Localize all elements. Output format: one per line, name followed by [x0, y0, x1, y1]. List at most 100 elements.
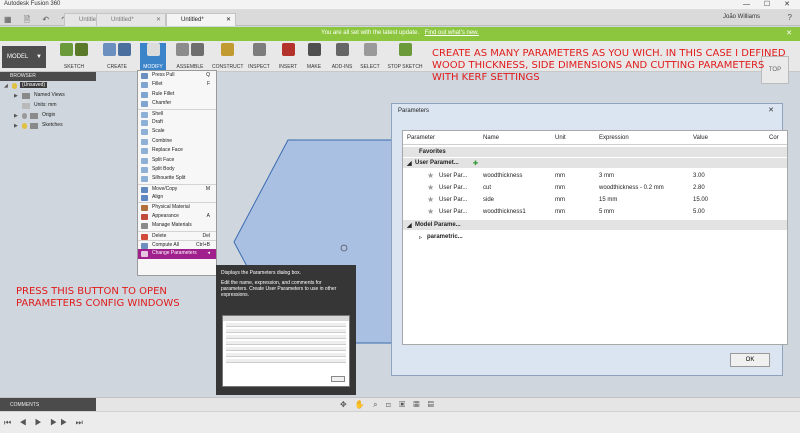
- make-group[interactable]: MAKE: [302, 43, 326, 71]
- inspect-group[interactable]: INSPECT: [244, 43, 274, 71]
- folder-icon: [30, 113, 38, 119]
- column-header-comment[interactable]: Cor: [769, 135, 779, 141]
- close-icon[interactable]: ✕: [764, 106, 778, 116]
- menu-item-move-copy[interactable]: Move/Copy M: [138, 183, 216, 193]
- parameters-dialog: Parameters ✕ Parameter Name Unit Express…: [391, 103, 788, 376]
- menu-item-shell[interactable]: Shell: [138, 108, 216, 118]
- chamfer-icon: [141, 101, 148, 108]
- group-user-parameters[interactable]: ◢ User Paramet... ✚: [403, 158, 787, 168]
- user-name[interactable]: João Williams: [723, 14, 760, 20]
- modify-group[interactable]: MODIFY: [140, 43, 166, 71]
- column-header-parameter[interactable]: Parameter: [407, 135, 435, 141]
- browser-item-sketches[interactable]: ▶ Sketches: [0, 121, 96, 131]
- parameter-row[interactable]: ★ User Par... side mm 15 mm 15.00: [403, 194, 787, 206]
- visibility-icon[interactable]: [22, 123, 27, 129]
- favorite-star-icon[interactable]: ★: [427, 172, 434, 180]
- navigation-bar[interactable]: ✥ ✋ ⌕ ⊡ ▣ ▦ ▤: [340, 400, 437, 410]
- menu-item-delete[interactable]: Delete Del: [138, 230, 216, 240]
- assemble-group[interactable]: ASSEMBLE: [168, 43, 212, 71]
- tooltip-dialog-preview: [222, 315, 350, 387]
- annotation-press-button: PRESS THIS BUTTON TO OPEN PARAMETERS CON…: [16, 286, 180, 309]
- silhouette-split-icon: [141, 176, 148, 183]
- sketch-group[interactable]: SKETCH: [54, 43, 94, 71]
- close-icon[interactable]: ✕: [786, 29, 792, 37]
- menu-item-compute-all[interactable]: Compute All Ctrl+B: [138, 240, 216, 250]
- menu-item-scale[interactable]: Scale: [138, 127, 216, 136]
- close-icon[interactable]: ✕: [226, 16, 231, 23]
- close-icon[interactable]: ✕: [156, 16, 161, 23]
- menu-item-appearance[interactable]: Appearance A: [138, 212, 216, 221]
- help-icon[interactable]: ?: [788, 13, 792, 22]
- stop-sketch-group[interactable]: STOP SKETCH: [386, 43, 424, 71]
- component-icon: [191, 43, 204, 56]
- column-header-value[interactable]: Value: [693, 135, 708, 141]
- annotation-create-parameters: CREATE AS MANY PARAMETERS AS YOU WICH. I…: [432, 48, 786, 83]
- add-parameter-icon[interactable]: ✚: [473, 160, 478, 167]
- expand-icon[interactable]: ▶: [14, 113, 18, 119]
- timeline-controls[interactable]: ⏮ ◀ ▶ ▶▶ ⏭: [4, 418, 86, 428]
- 3d-print-icon: [307, 43, 321, 56]
- select-label: SELECT: [360, 64, 380, 70]
- group-favorites[interactable]: Favorites: [403, 147, 787, 157]
- browser-item-root[interactable]: ◢ (Unsaved): [0, 81, 96, 91]
- workspace-switcher[interactable]: MODEL ▼: [2, 46, 46, 68]
- menu-item-replace-face[interactable]: Replace Face: [138, 146, 216, 155]
- menu-item-combine[interactable]: Combine: [138, 137, 216, 146]
- visibility-icon[interactable]: [22, 113, 27, 119]
- visibility-icon[interactable]: [12, 83, 17, 89]
- quick-access-icons[interactable]: ▦ 🗎 ↶ ↷: [4, 14, 73, 28]
- expand-icon[interactable]: ◢: [407, 160, 412, 167]
- parameter-row[interactable]: ★ User Par... woodthickness mm 3 mm 3.00: [403, 170, 787, 182]
- window-controls[interactable]: — ☐ ✕: [743, 0, 796, 8]
- model-child-row[interactable]: ▹ parametric...: [403, 231, 787, 243]
- menu-item-physical-material[interactable]: Physical Material: [138, 202, 216, 212]
- menu-item-press-pull[interactable]: Press Pull Q: [138, 71, 216, 80]
- document-tab-2[interactable]: Untitled* ✕: [96, 13, 166, 26]
- menu-item-fillet[interactable]: Fillet F: [138, 80, 216, 89]
- group-label: User Paramet...: [415, 160, 459, 166]
- document-tab-3[interactable]: Untitled* ✕: [166, 13, 236, 26]
- construct-group[interactable]: CONSTRUCT: [212, 43, 243, 71]
- menu-item-manage-materials[interactable]: Manage Materials: [138, 221, 216, 230]
- browser-header[interactable]: BROWSER: [0, 72, 96, 81]
- menu-item-chamfer[interactable]: Chamfer: [138, 99, 216, 108]
- expand-icon[interactable]: ▶: [14, 123, 18, 129]
- column-header-name[interactable]: Name: [483, 135, 499, 141]
- browser-item-units[interactable]: Units: mm: [0, 101, 96, 111]
- browser-item-origin[interactable]: ▶ Origin: [0, 111, 96, 121]
- parameter-row[interactable]: ★ User Par... woodthickness1 mm 5 mm 5.0…: [403, 206, 787, 218]
- parameter-row[interactable]: ★ User Par... cut mm woodthickness - 0.2…: [403, 182, 787, 194]
- menu-item-align[interactable]: Align: [138, 193, 216, 202]
- menu-item-silhouette-split[interactable]: Silhouette Split: [138, 174, 216, 183]
- menu-item-draft[interactable]: Draft: [138, 118, 216, 127]
- browser-item-label: Named Views: [34, 92, 65, 98]
- favorite-star-icon[interactable]: ★: [427, 196, 434, 204]
- create-group[interactable]: CREATE: [94, 43, 140, 71]
- expand-icon[interactable]: ◢: [4, 83, 8, 89]
- menu-item-split-body[interactable]: Split Body: [138, 165, 216, 174]
- column-header-unit[interactable]: Unit: [555, 135, 566, 141]
- favorite-star-icon[interactable]: ★: [427, 184, 434, 192]
- tab-label: Untitled*: [111, 17, 134, 23]
- status-bar: COMMENTS ✥ ✋ ⌕ ⊡ ▣ ▦ ▤: [0, 397, 800, 411]
- favorite-star-icon[interactable]: ★: [427, 208, 434, 216]
- column-header-expression[interactable]: Expression: [599, 135, 629, 141]
- parameters-icon: [141, 251, 148, 258]
- insert-group[interactable]: INSERT: [276, 43, 300, 71]
- menu-item-rule-fillet[interactable]: Rule Fillet: [138, 90, 216, 99]
- expand-icon[interactable]: ▶: [14, 93, 18, 99]
- document-icon: [22, 103, 30, 109]
- group-model-parameters[interactable]: ◢ Model Parame...: [403, 220, 787, 230]
- select-group[interactable]: SELECT: [358, 43, 382, 71]
- ok-button[interactable]: OK: [730, 353, 770, 367]
- menu-item-change-parameters[interactable]: Change Parameters ◂: [138, 249, 216, 259]
- expand-icon[interactable]: ◢: [407, 222, 412, 229]
- browser-item-named-views[interactable]: ▶ Named Views: [0, 91, 96, 101]
- expand-icon[interactable]: ▹: [419, 234, 422, 241]
- chevron-down-icon: ▼: [36, 54, 42, 60]
- browser-item-label: Origin: [42, 112, 56, 118]
- whats-new-link[interactable]: Find out what's new.: [425, 30, 479, 36]
- add-ins-group[interactable]: ADD-INS: [328, 43, 356, 71]
- comments-panel[interactable]: COMMENTS: [0, 398, 96, 411]
- menu-item-split-face[interactable]: Split Face: [138, 156, 216, 165]
